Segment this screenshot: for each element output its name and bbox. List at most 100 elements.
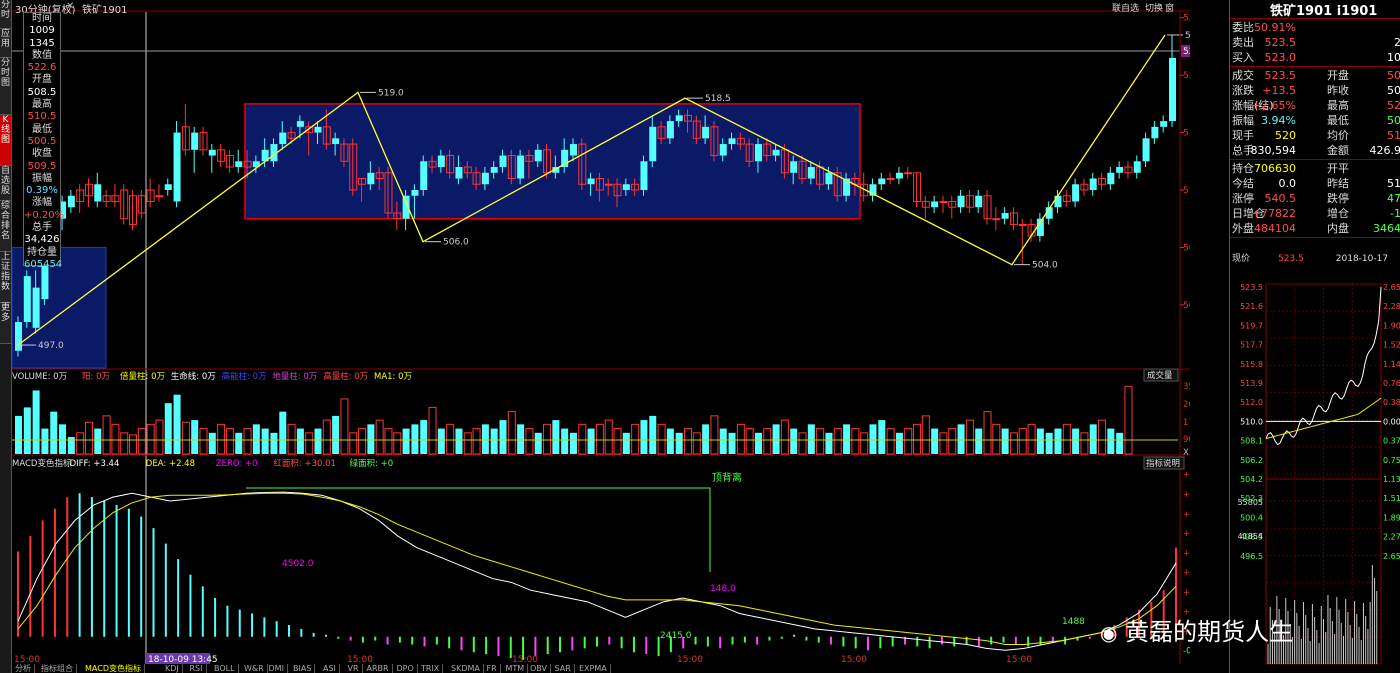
macd-axis-label: +4.18: [1183, 471, 1190, 481]
macd-annotation: 2415.0: [660, 631, 692, 641]
candle-body: [754, 144, 762, 162]
left-tab-6[interactable]: 上证指数: [0, 252, 11, 303]
indicator-tab-0[interactable]: 分析: [12, 664, 35, 673]
price-annotation: 506.0: [443, 238, 469, 248]
quote-value-2: 2: [1394, 36, 1400, 49]
candle-body: [992, 218, 1001, 221]
volume-bar: [314, 428, 322, 454]
data-window-label: 持仓量: [27, 246, 57, 258]
indicator-tab-18[interactable]: SAR: [552, 664, 575, 673]
macd-annotation: 4502.0: [282, 559, 314, 569]
indicator-tab-2[interactable]: MACD变色指标: [82, 664, 145, 673]
volume-bar: [50, 411, 58, 454]
candle-body: [191, 132, 199, 150]
indicator-tab-15[interactable]: FR: [484, 664, 501, 673]
macd-axis-label: +3.68: [1183, 490, 1190, 500]
chart-svg[interactable]: 497.0 519.0 506.0 518.5 504.0 524.0 525.5 522.6…: [12, 0, 1190, 673]
left-tab-3[interactable]: K线图: [0, 115, 11, 166]
macd-axis-label: +3.17: [1183, 510, 1190, 520]
left-tab-4[interactable]: 自选股: [0, 166, 11, 201]
candle-body: [23, 276, 31, 323]
indicator-tab-10[interactable]: VR: [345, 664, 363, 673]
volume-bar: [754, 432, 762, 454]
candle-body: [939, 200, 948, 203]
left-tab-1[interactable]: 应用: [0, 29, 11, 58]
data-window-label: 涨幅: [32, 197, 52, 209]
left-tab-5[interactable]: 综合排名: [0, 201, 11, 252]
quote-row-a-2: 买入 523.0 10: [1232, 50, 1400, 65]
indicator-tab-12[interactable]: DPO: [394, 664, 418, 673]
price-annotation: 519.0: [378, 88, 404, 98]
left-tab-2[interactable]: 分时图: [0, 58, 11, 115]
indicator-tab-16[interactable]: MTM: [503, 664, 529, 673]
quote-key: 涨跌: [1232, 84, 1254, 97]
price-axis-label: 505.5: [1183, 243, 1190, 253]
volume-bar: [719, 428, 727, 454]
quote-value-2: 3464: [1373, 222, 1400, 235]
volume-bar: [32, 390, 40, 454]
macd-axis-label: +2.16: [1183, 549, 1190, 559]
indicator-tab-5[interactable]: BOLL: [211, 664, 239, 673]
time-axis-label: 15:00: [841, 655, 867, 665]
mini-axis-right: 0.75: [1383, 456, 1400, 465]
mini-axis-left: 496.5: [1240, 552, 1263, 561]
candle-body: [411, 190, 419, 196]
link-watchlist-button[interactable]: 联自选: [1112, 1, 1139, 14]
quote-key: 买入: [1232, 51, 1254, 64]
macd-indicator-label: ZERO: +0: [216, 459, 258, 469]
window-button[interactable]: 窗: [1165, 1, 1174, 14]
volume-indicator-label: MA1: 0万: [374, 372, 412, 382]
mini-axis-left: 512.0: [1240, 398, 1263, 407]
left-tab-0[interactable]: 分时: [0, 0, 11, 29]
indicator-tab-3[interactable]: KDJ: [162, 664, 183, 673]
candle-body: [1133, 161, 1141, 173]
quote-key-2: 金额: [1327, 144, 1349, 157]
data-window-value: 34,426: [24, 234, 60, 246]
candle-body: [15, 322, 22, 351]
quote-key: 涨停: [1232, 192, 1254, 205]
quote-key: 卖出: [1232, 36, 1254, 49]
close-data-window-icon[interactable]: ✕: [66, 1, 74, 12]
volume-bar: [332, 415, 340, 454]
indicator-tab-4[interactable]: RSI: [187, 664, 207, 673]
price-annotation: 497.0: [38, 341, 64, 351]
quote-value-2: -1: [1390, 207, 1400, 220]
chart-symbol: 铁矿1901: [82, 5, 128, 16]
indicator-tab-8[interactable]: BIAS: [290, 664, 316, 673]
volume-bar: [235, 432, 243, 454]
macd-indicator-label: DEA: +2.48: [146, 459, 195, 469]
mini-vol-axis: 41854: [1238, 532, 1263, 541]
candle-body: [569, 144, 577, 156]
mini-axis-right: 0.37: [1383, 437, 1400, 446]
indicator-tab-6[interactable]: W&R: [241, 664, 268, 673]
chart-area[interactable]: 497.0 519.0 506.0 518.5 504.0 524.0 525.5 522.6…: [12, 0, 1190, 673]
indicator-tab-11[interactable]: ARBR: [364, 664, 393, 673]
candle-body: [728, 138, 736, 145]
indicator-tab-19[interactable]: EXPMA: [576, 664, 611, 673]
indicator-tab-1[interactable]: 指标组合: [38, 664, 77, 673]
candle-body: [1116, 167, 1124, 173]
quote-key-2: 最低: [1327, 114, 1349, 127]
volume-axis-label: 3542: [1183, 382, 1190, 392]
indicator-tabs: 分析 指标组合 MACD变色指标 KDJ RSI BOLL W&R DMI BIAS ASI VR A…: [12, 664, 642, 673]
macd-annotation: 148.0: [710, 584, 736, 594]
volume-bar: [790, 428, 798, 454]
indicator-tab-17[interactable]: OBV: [527, 664, 552, 673]
volume-bar: [367, 424, 375, 454]
left-tab-7[interactable]: 更多: [0, 303, 11, 344]
indicator-tab-14[interactable]: SKDMA: [448, 664, 484, 673]
candle-body: [666, 121, 674, 139]
volume-bar: [1001, 428, 1009, 454]
volume-bar: [279, 411, 287, 454]
volume-indicator-label: 阳: 0万: [82, 372, 110, 382]
indicator-tab-7[interactable]: DMI: [266, 664, 288, 673]
volume-bar: [675, 432, 683, 454]
macd-axis-label: -0.353: [1183, 646, 1190, 656]
quote-key-2: 跌停: [1327, 192, 1349, 205]
volume-bar: [420, 420, 428, 454]
switch-button[interactable]: 切换: [1145, 1, 1163, 14]
candle-body: [490, 167, 498, 173]
indicator-tab-9[interactable]: ASI: [320, 664, 340, 673]
indicator-tab-13[interactable]: TRIX: [418, 664, 444, 673]
candle-body: [904, 172, 913, 175]
